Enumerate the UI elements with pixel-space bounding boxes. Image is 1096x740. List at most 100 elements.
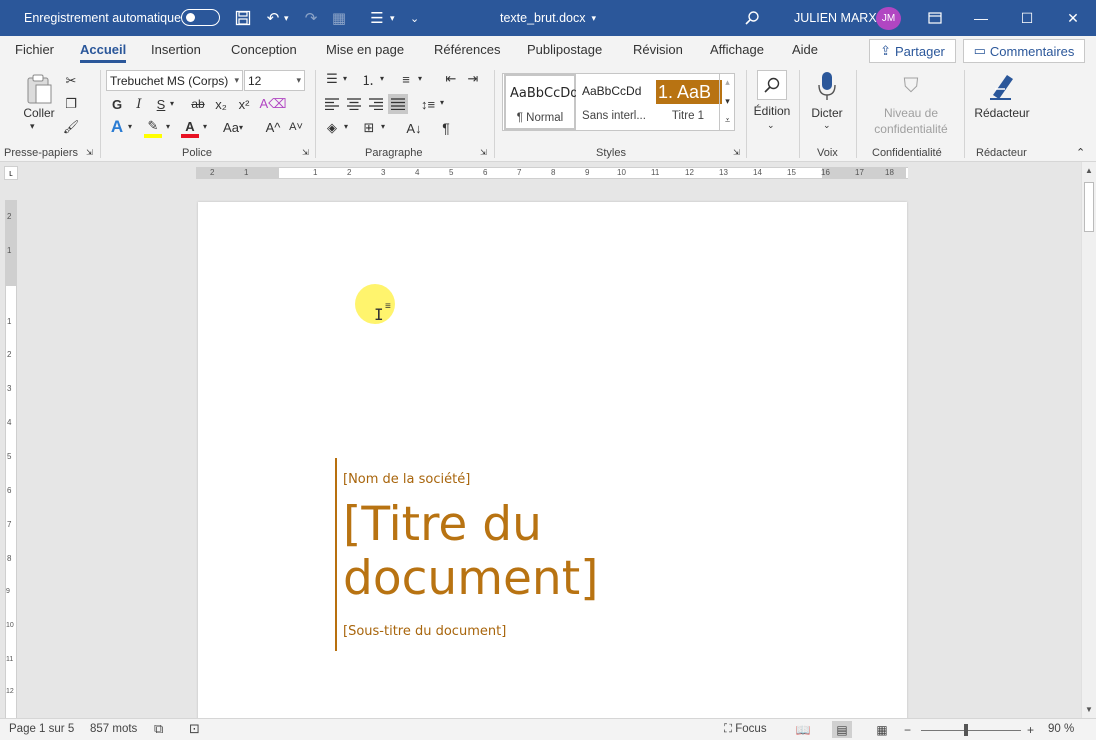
styles-scroll-up-icon[interactable]: ▴	[719, 73, 735, 92]
font-color-icon[interactable]: A	[181, 118, 199, 138]
sensitivity-icon[interactable]: ⛉	[896, 70, 926, 102]
undo-icon[interactable]: ↶	[262, 0, 284, 36]
undo-dropdown-icon[interactable]: ▾	[284, 0, 289, 36]
shrink-font-button[interactable]: A˅	[285, 118, 307, 136]
paste-dropdown-icon[interactable]: ▾	[30, 121, 35, 132]
font-size-select[interactable]: 12 ▾	[244, 70, 305, 91]
numbering-dropdown-icon[interactable]: ▾	[380, 74, 384, 83]
style-heading-1[interactable]: 1. AaB Titre 1	[652, 74, 724, 130]
line-spacing-icon[interactable]: ↕≡	[418, 94, 438, 114]
pilcrow-icon[interactable]: ¶	[436, 118, 456, 138]
ribbon-display-icon[interactable]	[912, 0, 958, 36]
multilevel-list-icon[interactable]: ≡	[396, 70, 416, 88]
read-mode-icon[interactable]: 📖	[793, 721, 813, 738]
borders-dropdown-icon[interactable]: ▾	[381, 122, 385, 131]
document-title-placeholder[interactable]: [Titre du document]	[343, 498, 663, 606]
zoom-level[interactable]: 90 %	[1048, 723, 1074, 735]
save-icon[interactable]	[232, 0, 254, 36]
bullets-dropdown-icon[interactable]: ▾	[390, 0, 395, 36]
editing-search-icon[interactable]	[757, 70, 787, 100]
borders-icon[interactable]: ⊞	[359, 118, 379, 138]
underline-dropdown-icon[interactable]: ▾	[170, 99, 174, 108]
paste-icon[interactable]	[22, 72, 56, 106]
document-title[interactable]: texte_brut.docx ▾	[500, 0, 596, 36]
increase-indent-icon[interactable]: ⇥	[463, 70, 483, 88]
company-name-placeholder[interactable]: [Nom de la société]	[343, 472, 470, 487]
clear-formatting-icon[interactable]: A⌫	[259, 95, 286, 113]
page-count[interactable]: Page 1 sur 5	[9, 723, 74, 735]
align-left-icon[interactable]	[322, 94, 342, 114]
table-icon[interactable]: ▦	[328, 0, 350, 36]
copy-icon[interactable]: ❐	[62, 95, 80, 113]
paragraph-launcher-icon[interactable]: ⇲	[480, 148, 487, 157]
bold-button[interactable]: G	[109, 95, 125, 113]
document-page[interactable]	[198, 202, 907, 720]
font-color-dropdown-icon[interactable]: ▾	[203, 122, 207, 131]
proofing-icon[interactable]: ⧉	[154, 721, 163, 737]
superscript-button[interactable]: x²	[235, 95, 253, 113]
tab-publipostage[interactable]: Publipostage	[527, 42, 602, 57]
comments-button[interactable]: ▭ Commentaires	[963, 39, 1085, 63]
style-no-spacing[interactable]: AaBbCcDd Sans interl...	[578, 74, 650, 130]
italic-button[interactable]: I	[131, 95, 147, 113]
underline-button[interactable]: S	[153, 95, 169, 113]
zoom-slider-thumb[interactable]	[964, 724, 968, 736]
highlight-dropdown-icon[interactable]: ▾	[166, 122, 170, 131]
dictate-label[interactable]: Dicter	[803, 106, 851, 120]
sort-icon[interactable]: A↓	[404, 118, 424, 138]
tab-conception[interactable]: Conception	[231, 42, 297, 57]
shading-dropdown-icon[interactable]: ▾	[344, 122, 348, 131]
bullets-dropdown-icon[interactable]: ▾	[343, 74, 347, 83]
shading-icon[interactable]: ◈	[322, 118, 342, 138]
styles-scroll-down-icon[interactable]: ▾	[719, 92, 735, 111]
zoom-slider[interactable]	[921, 730, 1021, 731]
text-effects-dropdown-icon[interactable]: ▾	[128, 122, 132, 131]
tab-accueil[interactable]: Accueil	[80, 42, 127, 63]
editor-icon[interactable]	[986, 70, 1018, 102]
change-case-button[interactable]: Aa ▾	[218, 118, 248, 136]
avatar[interactable]: JM	[876, 7, 901, 30]
document-subtitle-placeholder[interactable]: [Sous-titre du document]	[343, 624, 506, 639]
search-icon[interactable]	[741, 0, 763, 36]
line-spacing-dropdown-icon[interactable]: ▾	[440, 98, 444, 107]
text-effects-icon[interactable]: A	[109, 117, 125, 136]
scrollbar-thumb[interactable]	[1084, 182, 1094, 232]
highlight-icon[interactable]: ✎	[144, 118, 162, 138]
editing-label[interactable]: Édition	[748, 104, 796, 118]
tab-mise-en-page[interactable]: Mise en page	[326, 42, 404, 57]
share-button[interactable]: ⇪ Partager	[869, 39, 956, 63]
font-family-select[interactable]: Trebuchet MS (Corps) ▾	[106, 70, 243, 91]
tab-references[interactable]: Références	[434, 42, 500, 57]
format-painter-icon[interactable]: 🖌	[62, 118, 80, 136]
zoom-out-icon[interactable]: −	[904, 723, 911, 737]
cut-icon[interactable]: ✂	[62, 72, 80, 90]
tab-stop-selector[interactable]: ʟ	[4, 166, 18, 180]
paste-label[interactable]: Coller	[20, 106, 58, 120]
sensitivity-label-line2[interactable]: confidentialité	[862, 122, 960, 136]
font-launcher-icon[interactable]: ⇲	[302, 148, 309, 157]
tab-insertion[interactable]: Insertion	[151, 42, 201, 57]
align-right-icon[interactable]	[366, 94, 386, 114]
maximize-icon[interactable]: ☐	[1004, 0, 1050, 36]
tab-affichage[interactable]: Affichage	[710, 42, 764, 57]
tab-aide[interactable]: Aide	[792, 42, 818, 57]
multilevel-dropdown-icon[interactable]: ▾	[418, 74, 422, 83]
focus-button[interactable]: ⛶ Focus	[724, 723, 767, 736]
strikethrough-button[interactable]: ab	[189, 95, 207, 113]
style-normal[interactable]: AaBbCcDd ¶ Normal	[504, 74, 576, 130]
styles-launcher-icon[interactable]: ⇲	[733, 148, 740, 157]
print-layout-icon[interactable]: ▤	[832, 721, 852, 738]
scroll-up-icon[interactable]: ▲	[1085, 166, 1093, 175]
justify-icon[interactable]	[388, 94, 408, 114]
word-count[interactable]: 857 mots	[90, 723, 137, 735]
styles-more-icon[interactable]: ⩡	[719, 111, 735, 130]
vertical-scrollbar[interactable]: ▲ ▼	[1081, 162, 1096, 718]
dictate-dropdown-icon[interactable]: ⌄	[823, 120, 831, 131]
bullets-icon[interactable]: ☰	[322, 70, 342, 88]
numbering-icon[interactable]: ⒈	[358, 70, 378, 88]
microphone-icon[interactable]	[813, 70, 841, 102]
autosave-toggle[interactable]	[181, 9, 220, 26]
editing-dropdown-icon[interactable]: ⌄	[767, 120, 775, 131]
grow-font-button[interactable]: A^	[262, 118, 284, 136]
minimize-icon[interactable]: —	[958, 0, 1004, 36]
